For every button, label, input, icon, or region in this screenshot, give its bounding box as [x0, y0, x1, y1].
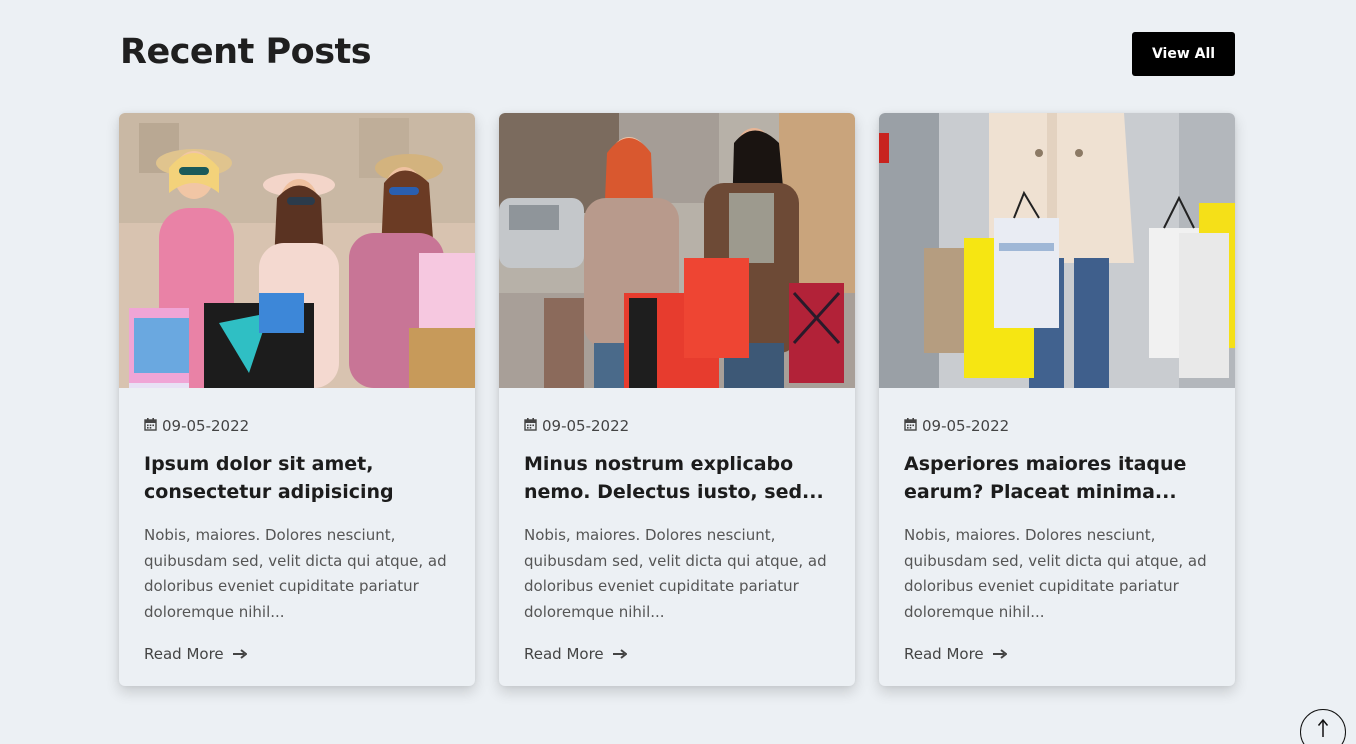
calendar-icon: [524, 417, 537, 435]
post-image[interactable]: [879, 113, 1235, 388]
view-all-button[interactable]: View All: [1132, 32, 1235, 76]
post-card: 09-05-2022 Minus nostrum explicabo nemo.…: [499, 113, 855, 686]
arrow-right-icon: [232, 645, 248, 663]
arrow-right-icon: [612, 645, 628, 663]
post-date-text: 09-05-2022: [162, 417, 250, 435]
post-date: 09-05-2022: [524, 416, 830, 436]
post-title[interactable]: Minus nostrum explicabo nemo. Delectus i…: [524, 450, 830, 506]
read-more-link[interactable]: Read More: [144, 645, 248, 663]
scroll-to-top-button[interactable]: [1300, 709, 1346, 744]
post-image[interactable]: [499, 113, 855, 388]
post-date-text: 09-05-2022: [542, 417, 630, 435]
post-body: 09-05-2022 Minus nostrum explicabo nemo.…: [499, 388, 855, 663]
post-body: 09-05-2022 Asperiores maiores itaque ear…: [879, 388, 1235, 663]
arrow-right-icon: [992, 645, 1008, 663]
posts-grid: 09-05-2022 Ipsum dolor sit amet, consect…: [119, 113, 1235, 686]
post-date-text: 09-05-2022: [922, 417, 1010, 435]
read-more-label: Read More: [904, 645, 984, 663]
post-image[interactable]: [119, 113, 475, 388]
read-more-link[interactable]: Read More: [524, 645, 628, 663]
read-more-link[interactable]: Read More: [904, 645, 1008, 663]
post-card: 09-05-2022 Ipsum dolor sit amet, consect…: [119, 113, 475, 686]
section-title: Recent Posts: [120, 32, 372, 72]
calendar-icon: [904, 417, 917, 435]
read-more-label: Read More: [524, 645, 604, 663]
post-excerpt: Nobis, maiores. Dolores nesciunt, quibus…: [144, 526, 447, 621]
post-date: 09-05-2022: [904, 416, 1210, 436]
read-more-label: Read More: [144, 645, 224, 663]
post-excerpt: Nobis, maiores. Dolores nesciunt, quibus…: [904, 526, 1207, 621]
post-excerpt: Nobis, maiores. Dolores nesciunt, quibus…: [524, 526, 827, 621]
post-card: 09-05-2022 Asperiores maiores itaque ear…: [879, 113, 1235, 686]
arrow-up-icon: [1317, 718, 1329, 742]
calendar-icon: [144, 417, 157, 435]
post-date: 09-05-2022: [144, 416, 450, 436]
post-title[interactable]: Asperiores maiores itaque earum? Placeat…: [904, 450, 1210, 506]
post-title[interactable]: Ipsum dolor sit amet, consectetur adipis…: [144, 450, 450, 506]
post-body: 09-05-2022 Ipsum dolor sit amet, consect…: [119, 388, 475, 663]
